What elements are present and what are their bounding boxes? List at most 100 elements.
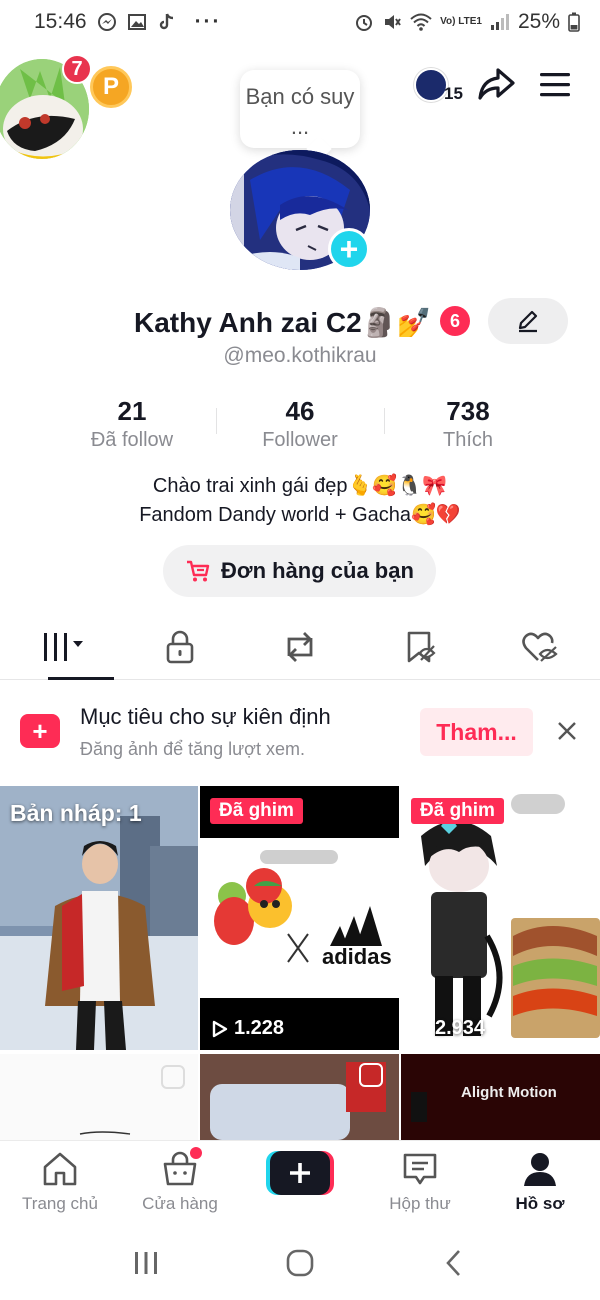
view-count-value: 1.228 <box>234 1017 285 1039</box>
nav-shop[interactable]: Cửa hàng <box>120 1141 240 1226</box>
wifi-icon <box>410 13 432 31</box>
nav-label: Trang chủ <box>22 1194 98 1213</box>
profile-icon <box>524 1153 556 1186</box>
nav-profile[interactable]: Hồ sơ <box>480 1141 600 1226</box>
story-count-badge: 7 <box>62 54 92 84</box>
battery-icon <box>568 12 580 32</box>
nav-home[interactable]: Trang chủ <box>0 1141 120 1226</box>
android-nav-bar <box>0 1226 600 1300</box>
brand-text: adidas <box>322 944 392 969</box>
back-icon[interactable] <box>439 1248 469 1278</box>
favorites-icon <box>407 631 436 662</box>
video-tile[interactable] <box>0 1054 198 1140</box>
stat-label: Thích <box>442 429 494 451</box>
friends-count: 15 <box>444 84 463 103</box>
video-thumbnail <box>200 1054 399 1140</box>
create-icon <box>266 1151 334 1195</box>
videos-icon <box>44 632 83 661</box>
repost-icon <box>287 631 313 662</box>
messenger-icon <box>97 12 117 32</box>
view-count: 1.228 <box>212 1017 284 1040</box>
home-icon <box>43 1152 77 1186</box>
tab-videos[interactable] <box>0 614 120 680</box>
friends-avatar <box>414 68 448 102</box>
video-tile[interactable]: Đã ghim adidas 1.228 <box>200 786 399 1050</box>
bio-line: Fandom Dandy world + Gacha🥰💔 <box>139 504 461 526</box>
tab-private[interactable] <box>120 614 240 679</box>
bio-line: Chào trai xinh gái đẹp🫰🥰🐧🎀 <box>152 475 448 497</box>
gallery-icon <box>127 12 147 32</box>
battery-text: 25% <box>517 10 560 33</box>
status-time: 15:46 <box>34 10 87 33</box>
stat-value: 738 <box>446 396 490 426</box>
bio: Chào trai xinh gái đẹp🫰🥰🐧🎀 Fandom Dandy … <box>0 472 600 530</box>
username: @meo.kothikrau <box>223 344 377 367</box>
points-icon[interactable]: P <box>90 66 132 108</box>
play-icon <box>413 1020 429 1037</box>
edit-profile-button[interactable] <box>488 298 568 344</box>
video-tile[interactable]: Alight Motion <box>401 1054 600 1140</box>
stat-likes[interactable]: 738 Thích <box>384 396 552 456</box>
inbox-icon <box>403 1153 437 1185</box>
menu-icon[interactable] <box>538 68 572 102</box>
pinned-badge: Đã ghim <box>210 798 303 824</box>
notification-dot <box>190 1147 202 1159</box>
draft-tile[interactable]: Bản nháp: 1 <box>0 786 198 1050</box>
video-thumbnail <box>200 786 399 1050</box>
volte-label: Vo) LTE1 <box>440 16 482 27</box>
video-grid: Bản nháp: 1 Đã ghim adidas 1.228 Đã ghim… <box>0 786 600 1140</box>
video-thumbnail <box>0 1054 198 1140</box>
recent-apps-icon[interactable] <box>131 1248 161 1278</box>
close-icon[interactable] <box>552 716 582 746</box>
tab-favorites[interactable] <box>360 614 480 679</box>
watermark-text: Alight Motion <box>461 1084 557 1101</box>
name-badge[interactable]: 6 <box>440 306 470 336</box>
tab-reposts[interactable] <box>240 614 360 679</box>
home-button-icon[interactable] <box>284 1247 316 1279</box>
stat-following[interactable]: 21 Đã follow <box>48 396 216 456</box>
video-thumbnail <box>401 786 600 1050</box>
nav-label: Cửa hàng <box>142 1194 218 1213</box>
lock-icon <box>166 630 194 663</box>
status-bar: 15:46 ··· Vo) LTE1 25% <box>0 0 600 44</box>
nav-create[interactable] <box>240 1141 360 1226</box>
display-name: Kathy Anh zai C2🗿💅 <box>134 307 432 338</box>
status-tooltip[interactable]: Bạn có suy ... <box>240 70 360 148</box>
mute-icon <box>382 12 402 32</box>
orders-label: Đơn hàng của bạn <box>221 558 414 583</box>
nav-label: Hộp thư <box>389 1194 451 1213</box>
alarm-icon <box>354 12 374 32</box>
more-notifications-icon: ··· <box>194 10 222 33</box>
video-tile[interactable] <box>200 1054 399 1140</box>
pencil-icon <box>518 310 538 333</box>
stat-label: Follower <box>262 429 338 451</box>
friends-button[interactable]: 15 <box>412 66 464 106</box>
tiktok-notify-icon <box>157 12 175 32</box>
liked-icon <box>522 632 558 662</box>
nav-inbox[interactable]: Hộp thư <box>360 1141 480 1226</box>
nav-label: Hồ sơ <box>515 1194 565 1213</box>
profile-stats: 21 Đã follow 46 Follower 738 Thích <box>48 396 552 456</box>
calendar-plus-icon: + <box>20 714 60 748</box>
stat-followers[interactable]: 46 Follower <box>216 396 384 456</box>
stat-value: 21 <box>117 396 147 426</box>
join-button[interactable]: Tham... <box>420 708 533 756</box>
orders-button[interactable]: Đơn hàng của bạn <box>163 545 436 597</box>
prompt-subtitle: Đăng ảnh để tăng lượt xem. <box>80 739 305 759</box>
view-count-value: 2.934 <box>435 1017 486 1039</box>
video-tile[interactable]: Đã ghim 2.934 <box>401 786 600 1050</box>
content-tabs <box>0 614 600 680</box>
stat-label: Đã follow <box>90 429 174 451</box>
stat-value: 46 <box>285 396 315 426</box>
view-count: 2.934 <box>413 1017 485 1040</box>
signal-icon <box>490 13 510 31</box>
add-story-button[interactable]: + <box>328 228 370 270</box>
draft-label: Bản nháp: 1 <box>10 800 142 826</box>
cart-icon <box>187 560 210 582</box>
tab-liked[interactable] <box>480 614 600 679</box>
share-icon[interactable] <box>476 64 516 104</box>
pinned-badge: Đã ghim <box>411 798 504 824</box>
prompt-title: Mục tiêu cho sự kiên định <box>80 704 331 729</box>
play-icon <box>212 1020 228 1037</box>
bottom-nav: Trang chủ Cửa hàng Hộp thư Hồ sơ <box>0 1140 600 1226</box>
